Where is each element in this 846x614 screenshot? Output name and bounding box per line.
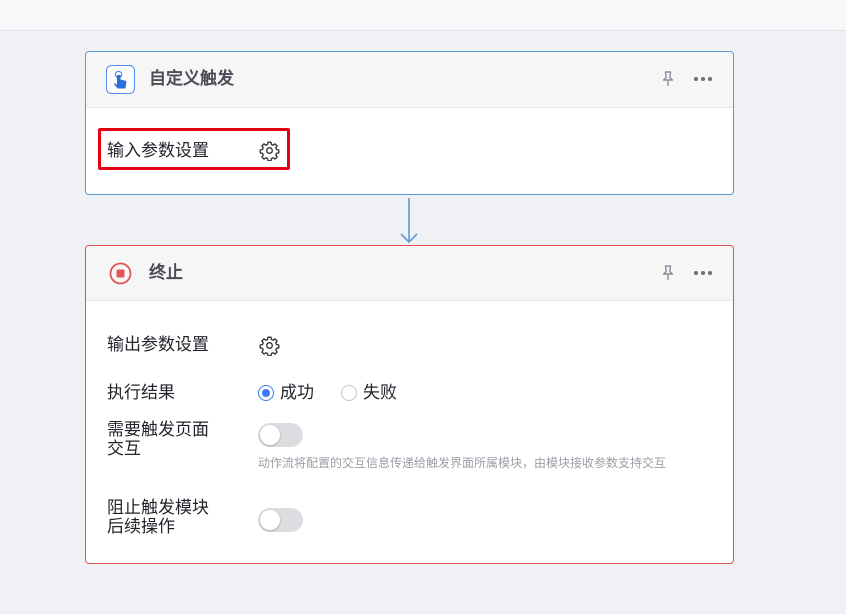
more-options-icon[interactable] [693,70,713,88]
toggle-knob [260,510,280,530]
more-options-icon[interactable] [693,264,713,282]
gear-icon[interactable] [259,335,280,356]
execution-result-label: 执行结果 [107,383,175,403]
radio-success-button[interactable] [258,385,274,401]
block-followup-label: 阻止触发模块后续操作 [107,498,209,537]
top-toolbar [0,0,846,31]
toggle-knob [260,425,280,445]
stop-circle-icon [109,262,132,285]
end-node-title: 终止 [149,263,183,283]
need-interaction-hint: 动作流将配置的交互信息传递给触发界面所属模块，由模块接收参数支持交互 [258,456,667,470]
touch-hand-icon [106,65,135,94]
radio-success[interactable]: 成功 [258,383,314,403]
radio-failure-label: 失败 [363,383,397,403]
trigger-node-title: 自定义触发 [149,69,234,89]
output-params-label: 输出参数设置 [107,335,209,355]
radio-success-label: 成功 [280,383,314,403]
need-interaction-label: 需要触发页面交互 [107,420,209,459]
block-followup-toggle[interactable] [258,508,303,532]
trigger-node-header: 自定义触发 [86,52,733,108]
pin-icon[interactable] [659,264,677,282]
need-interaction-toggle[interactable] [258,423,303,447]
pin-icon[interactable] [659,70,677,88]
radio-failure-button[interactable] [341,385,357,401]
trigger-node-card[interactable]: 自定义触发 输入参数设置 [85,51,734,195]
end-node-card[interactable]: 终止 输出参数设置 执行结果 成功 失败 需要触发页面交互 动作流将配置的交互信… [85,245,734,564]
end-node-header: 终止 [86,246,733,301]
radio-failure[interactable]: 失败 [341,383,397,403]
gear-icon[interactable] [259,140,280,161]
input-params-label: 输入参数设置 [107,141,209,161]
connector-arrow [400,198,418,244]
